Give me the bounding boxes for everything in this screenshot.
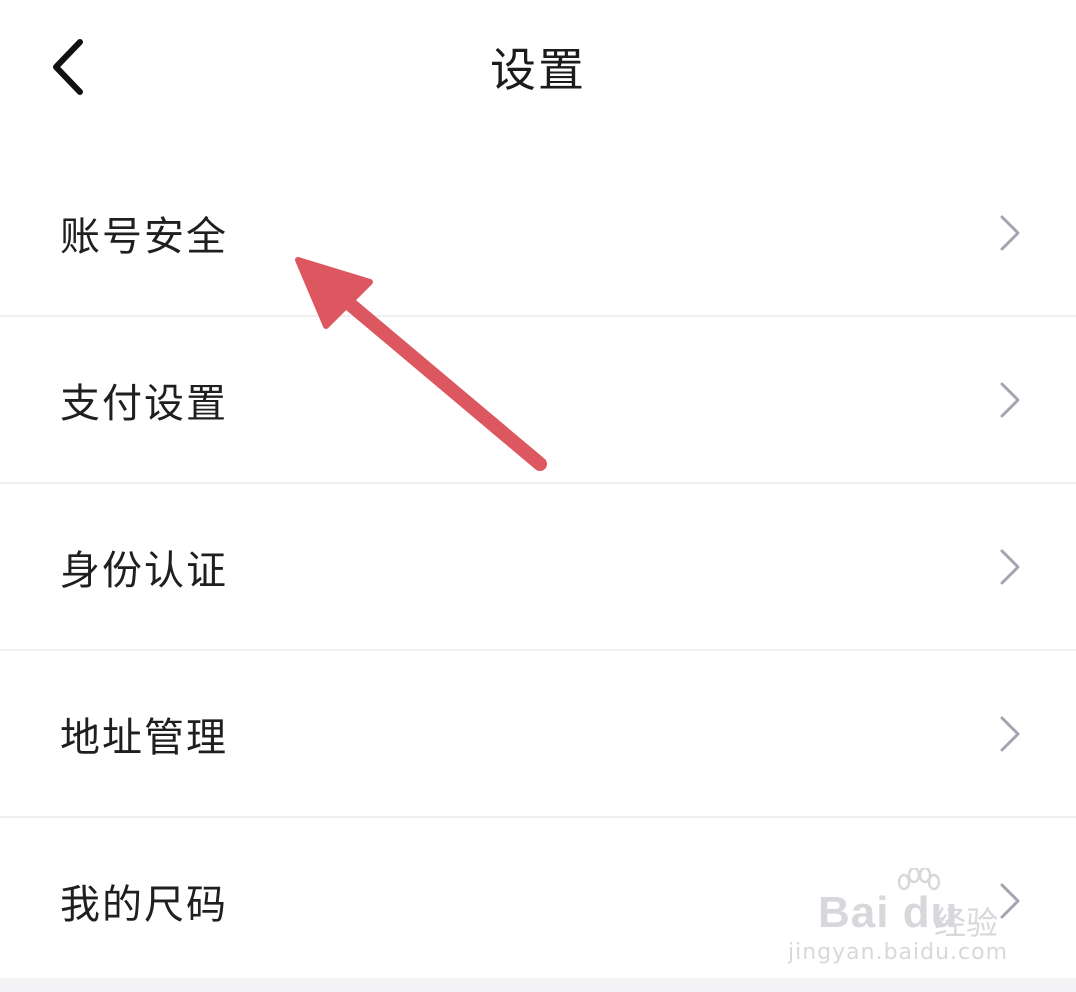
chevron-right-icon: [998, 380, 1022, 420]
settings-item-label: 账号安全: [60, 213, 228, 260]
watermark: Bai du 经验 jingyan.baidu.com: [788, 868, 1018, 978]
settings-page: 设置 账号安全 支付设置 身份认证 地址管理 我的尺码 Bai du 经验 ji…: [0, 0, 1076, 992]
bottom-strip: [0, 978, 1076, 992]
settings-item-label: 我的尺码: [60, 881, 228, 928]
settings-item-label: 支付设置: [60, 380, 228, 427]
chevron-right-icon: [998, 714, 1022, 754]
settings-item-label: 地址管理: [60, 714, 228, 761]
header-bar: 设置: [0, 0, 1076, 150]
chevron-right-icon: [998, 547, 1022, 587]
watermark-url: jingyan.baidu.com: [788, 940, 1009, 965]
settings-item-payment-settings[interactable]: 支付设置: [0, 317, 1076, 484]
chevron-right-icon: [998, 213, 1022, 253]
settings-item-address-management[interactable]: 地址管理: [0, 651, 1076, 818]
settings-list: 账号安全 支付设置 身份认证 地址管理 我的尺码: [0, 150, 1076, 983]
settings-item-account-security[interactable]: 账号安全: [0, 150, 1076, 317]
watermark-text: 经验: [934, 904, 999, 942]
settings-item-identity-verification[interactable]: 身份认证: [0, 484, 1076, 651]
settings-item-label: 身份认证: [60, 547, 228, 594]
page-title: 设置: [490, 43, 586, 97]
